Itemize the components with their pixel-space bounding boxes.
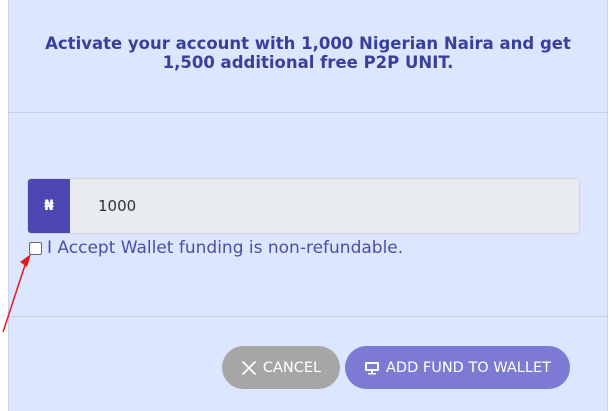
cancel-button[interactable]: CANCEL <box>222 346 340 389</box>
modal-title: Activate your account with 1,000 Nigeria… <box>45 34 571 72</box>
accept-terms-row[interactable]: I Accept Wallet funding is non-refundabl… <box>27 238 403 258</box>
cancel-button-label: CANCEL <box>262 359 322 376</box>
naira-currency-addon: ₦ <box>28 179 70 233</box>
add-fund-button-label: ADD FUND TO WALLET <box>386 359 551 376</box>
accept-terms-checkbox[interactable] <box>29 241 42 255</box>
modal-footer: CANCEL ADD FUND TO WALLET <box>9 317 607 411</box>
amount-input-group: ₦ <box>27 178 580 234</box>
accept-terms-label: I Accept Wallet funding is non-refundabl… <box>47 238 404 258</box>
amount-input[interactable] <box>70 179 579 233</box>
modal-header: Activate your account with 1,000 Nigeria… <box>9 0 607 113</box>
close-icon <box>241 360 257 376</box>
monitor-icon <box>364 360 380 376</box>
modal-body: ₦ I Accept Wallet funding is non-refunda… <box>9 113 607 317</box>
activation-modal: Activate your account with 1,000 Nigeria… <box>8 0 608 411</box>
add-fund-to-wallet-button[interactable]: ADD FUND TO WALLET <box>345 346 570 389</box>
